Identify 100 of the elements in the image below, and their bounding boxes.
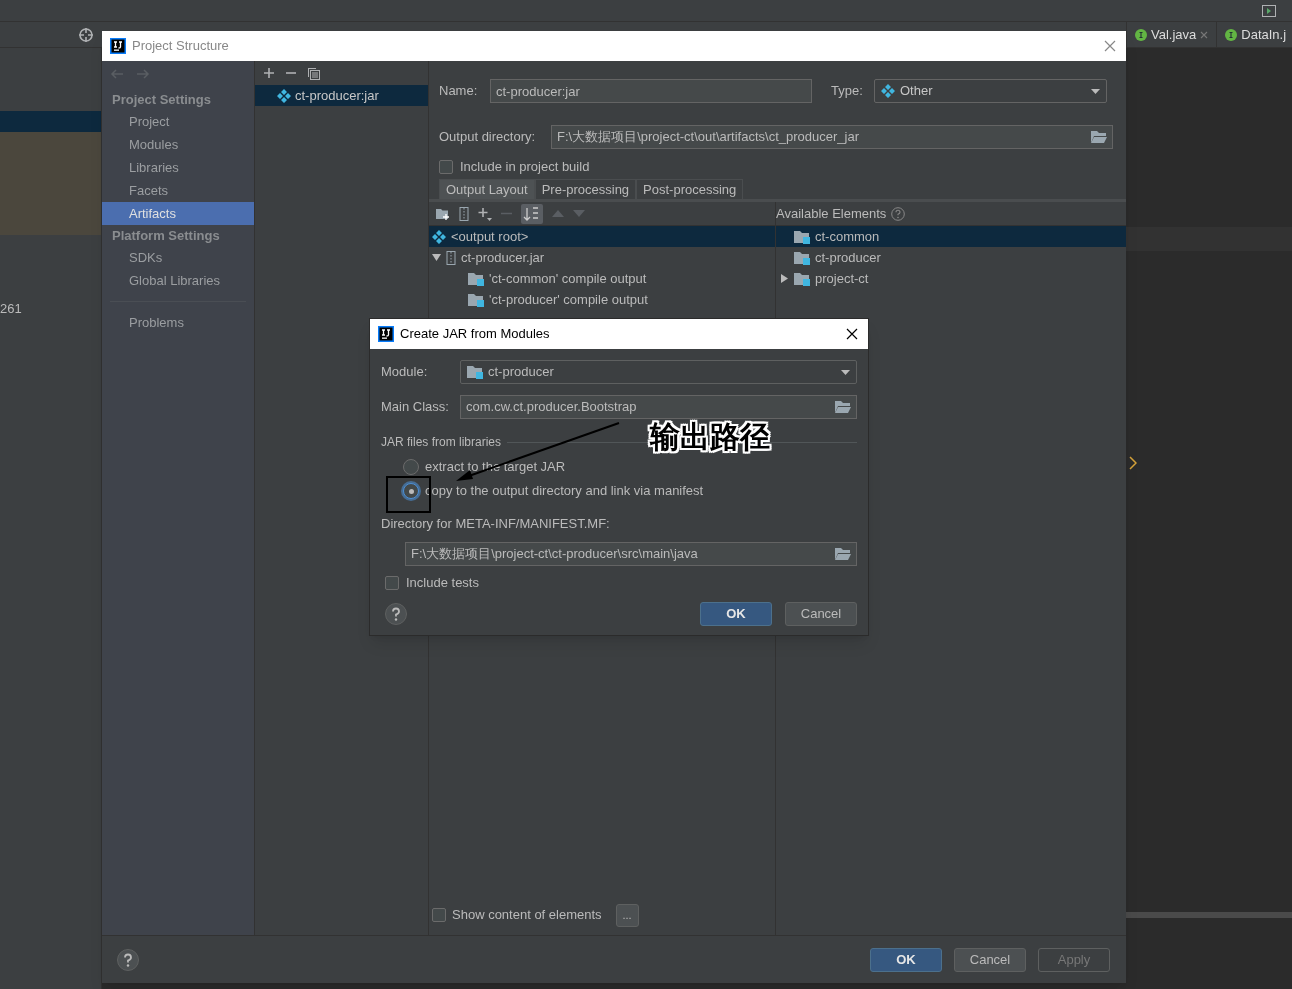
- chevron-icon[interactable]: [1129, 456, 1137, 470]
- sort-icon[interactable]: [521, 203, 543, 224]
- class-icon: [1225, 28, 1238, 41]
- tab[interactable]: Pre-processing: [534, 179, 637, 199]
- folder-icon[interactable]: [835, 400, 851, 414]
- field-label: Directory for META-INF/MANIFEST.MF:: [381, 515, 610, 534]
- group-heading: JAR files from libraries: [381, 434, 502, 451]
- sidebar-item[interactable]: Modules: [102, 133, 254, 156]
- checkbox-label: Show content of elements: [452, 906, 602, 925]
- class-icon: [1135, 28, 1147, 41]
- item-label: ct-producer.jar: [461, 248, 545, 267]
- tree-item[interactable]: <output root>: [429, 226, 775, 247]
- sidebar-item[interactable]: Facets: [102, 179, 254, 202]
- tree-item[interactable]: ct-producer: [776, 247, 1126, 268]
- item-label: <output root>: [451, 227, 529, 246]
- add-icon[interactable]: [263, 67, 275, 79]
- help-icon[interactable]: [117, 948, 139, 971]
- item-label: 'ct-producer' compile output: [489, 290, 648, 309]
- tree-item[interactable]: 'ct-common' compile output: [429, 268, 775, 289]
- archive-icon[interactable]: [459, 206, 469, 221]
- editor-tab[interactable]: DataIn.j: [1216, 22, 1292, 47]
- sidebar-item[interactable]: Problems: [102, 311, 254, 334]
- artifact-icon: [881, 84, 895, 98]
- module-dropdown[interactable]: ct-producer: [460, 360, 857, 384]
- expand-arrow-icon[interactable]: [432, 253, 441, 262]
- archive-icon: [446, 250, 456, 265]
- folder-icon: [794, 250, 810, 265]
- artifact-icon: [277, 88, 291, 103]
- section-heading: Project Settings: [112, 90, 211, 109]
- dropdown-value: Other: [900, 82, 934, 101]
- checkbox[interactable]: [432, 908, 446, 922]
- checkbox-label: Include tests: [406, 574, 479, 593]
- folder-icon[interactable]: [835, 547, 851, 561]
- item-label: project-ct: [815, 269, 869, 288]
- app-logo-icon: [110, 38, 126, 54]
- add-icon[interactable]: [478, 206, 492, 221]
- help-icon[interactable]: [385, 603, 407, 625]
- field-value: com.cw.ct.producer.Bootstrap: [466, 398, 637, 417]
- path-field[interactable]: F:\大数据项目\project-ct\ct-producer\src\main\java: [405, 542, 857, 566]
- checkbox-label: Include in project build: [460, 158, 590, 177]
- dialog-button[interactable]: Cancel: [954, 947, 1026, 972]
- sidebar-item[interactable]: Artifacts: [102, 202, 254, 225]
- list-item[interactable]: ct-producer:jar: [255, 85, 428, 106]
- folder-icon: [794, 271, 810, 286]
- dialog-button: Apply: [1038, 947, 1110, 972]
- item-label: 'ct-common' compile output: [489, 269, 647, 288]
- folder-icon[interactable]: [1091, 130, 1107, 144]
- item-label: ct-producer: [815, 248, 881, 267]
- close-icon[interactable]: [846, 328, 858, 340]
- checkbox[interactable]: [439, 160, 453, 174]
- radio-button[interactable]: [403, 483, 419, 499]
- sidebar-item[interactable]: SDKs: [102, 246, 254, 269]
- tree-item[interactable]: project-ct: [776, 268, 1126, 289]
- tree-item[interactable]: ct-producer.jar: [429, 247, 775, 268]
- dialog-button[interactable]: Cancel: [785, 602, 857, 626]
- tree-item[interactable]: 'ct-producer' compile output: [429, 289, 775, 310]
- field-label: Type:: [831, 82, 864, 101]
- copy-icon[interactable]: [307, 66, 320, 80]
- more-button[interactable]: ...: [615, 903, 639, 927]
- field-label: Module:: [381, 363, 429, 382]
- tab-label: Val.java: [1151, 25, 1197, 44]
- dialog-button[interactable]: OK: [870, 947, 942, 972]
- main-class-field[interactable]: com.cw.ct.producer.Bootstrap: [460, 395, 857, 419]
- window-title: Create JAR from Modules: [400, 325, 550, 344]
- item-label: ct-producer:jar: [295, 86, 379, 105]
- crosshair-icon[interactable]: [78, 26, 94, 43]
- editor-tab[interactable]: Val.java: [1126, 22, 1217, 47]
- app-logo-icon: [378, 326, 394, 342]
- checkbox[interactable]: [385, 576, 399, 590]
- field-label: Name:: [439, 82, 479, 101]
- tab[interactable]: Output Layout: [439, 179, 535, 199]
- line-number: 261: [0, 300, 22, 318]
- new-folder-icon[interactable]: [436, 207, 450, 220]
- dropdown-arrow-icon: [841, 369, 850, 375]
- artifact-icon: [432, 229, 446, 244]
- folder-icon: [468, 271, 484, 286]
- name-field[interactable]: ct-producer:jar: [490, 79, 812, 103]
- field-label: Main Class:: [381, 398, 450, 417]
- tree-item[interactable]: ct-common: [776, 226, 1126, 247]
- section-heading: Platform Settings: [112, 226, 220, 245]
- tab-label: DataIn.j: [1241, 25, 1287, 44]
- help-icon[interactable]: [891, 206, 906, 221]
- dropdown-arrow-icon: [1091, 88, 1100, 94]
- collapse-arrow-icon[interactable]: [780, 274, 789, 283]
- folder-icon: [794, 229, 810, 244]
- item-label: ct-common: [815, 227, 880, 246]
- folder-icon: [468, 292, 484, 307]
- radio-button[interactable]: [403, 459, 419, 475]
- sidebar-item[interactable]: Global Libraries: [102, 269, 254, 292]
- dialog-button[interactable]: OK: [700, 602, 772, 626]
- annotation-text: 输出路径: [650, 420, 770, 454]
- sidebar-item[interactable]: Project: [102, 110, 254, 133]
- field-label: Output directory:: [439, 128, 537, 147]
- sidebar-item[interactable]: Libraries: [102, 156, 254, 179]
- run-window-icon[interactable]: [1262, 4, 1276, 17]
- path-field[interactable]: F:\大数据项目\project-ct\out\artifacts\ct_producer_jar: [551, 125, 1113, 149]
- tab[interactable]: Post-processing: [636, 179, 744, 199]
- type-dropdown[interactable]: Other: [874, 79, 1107, 103]
- window-title: Project Structure: [132, 37, 229, 56]
- field-value: F:\大数据项目\project-ct\out\artifacts\ct_producer_jar: [557, 128, 860, 147]
